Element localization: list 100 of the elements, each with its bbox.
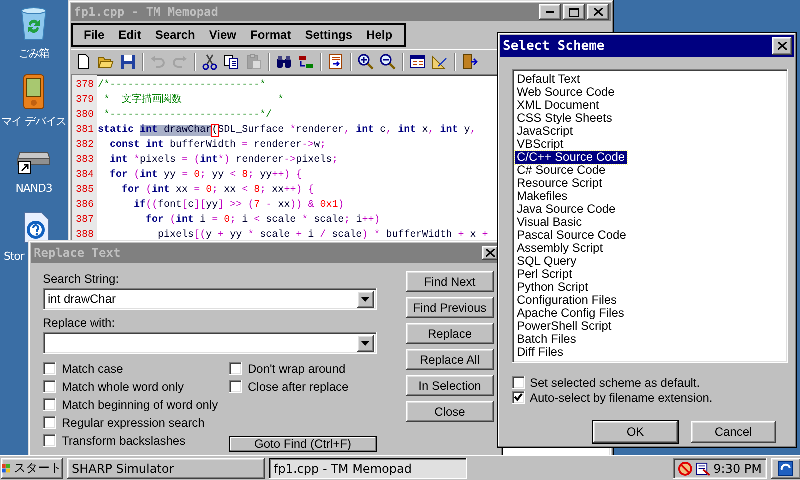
checkbox[interactable] [229, 362, 242, 375]
dialog-title: Select Scheme [503, 38, 605, 54]
goto-find-button[interactable]: Goto Find (Ctrl+F) [229, 436, 377, 452]
list-item[interactable]: C/C++ Source Code [515, 151, 628, 164]
maximize-button[interactable] [563, 4, 585, 20]
dropdown-arrow-icon [361, 340, 370, 346]
list-item[interactable]: Diff Files [515, 346, 566, 359]
checkbox[interactable] [43, 380, 56, 393]
scheme-list[interactable] [512, 69, 788, 363]
clipboard-icon [246, 54, 262, 70]
menu-item[interactable]: Format [244, 28, 298, 42]
clock[interactable]: 9:30 PM [714, 462, 762, 476]
checkbox-label[interactable]: Match whole word only [62, 380, 184, 394]
scissors-icon [202, 54, 218, 70]
taskbar-button[interactable]: fp1.cpp - TM Memopad [269, 458, 467, 479]
field-label: Search String: [43, 271, 120, 287]
list-item[interactable]: PowerShell Script [515, 320, 614, 333]
dialog-button[interactable]: Replace [406, 323, 494, 344]
checkbox-label[interactable]: Transform backslashes [62, 434, 186, 448]
list-item[interactable]: C# Source Code [515, 164, 608, 177]
close-button[interactable] [482, 246, 498, 260]
code-line: pixels[(y + yy * scale + i / scale) * bufferWidth + x + [157, 228, 488, 243]
code-line: /*-------------------------* [98, 78, 266, 93]
dialog-button[interactable]: Replace All [406, 349, 494, 370]
list-item[interactable]: Pascal Source Code [515, 229, 628, 242]
trash-bin-icon [19, 7, 49, 41]
dialog-button[interactable]: Find Next [406, 271, 494, 292]
minimize-button[interactable] [539, 4, 561, 20]
dialog-button[interactable]: Cancel [691, 421, 776, 443]
search-field[interactable]: int drawChar [43, 288, 377, 310]
checkbox-label[interactable]: Auto-select by filename extension. [530, 390, 713, 404]
line-number: 385 [74, 184, 95, 198]
ruler-pencil-icon [432, 54, 448, 70]
dialog-button[interactable]: Close [406, 401, 494, 422]
icon-label[interactable]: ごみ箱 [18, 46, 50, 61]
desktop-button[interactable] [771, 458, 800, 479]
list-item[interactable]: VBScript [515, 138, 566, 151]
list-item[interactable]: Python Script [515, 281, 590, 294]
checkbox-label[interactable]: Match beginning of word only [62, 398, 218, 412]
checkbox-label[interactable]: Set selected scheme as default. [530, 376, 700, 390]
window-title: fp1.cpp - TM Memopad [74, 5, 218, 19]
line-number: 378 [74, 79, 95, 93]
list-item[interactable]: Batch Files [515, 333, 578, 346]
list-item[interactable]: Perl Script [515, 268, 574, 281]
icon-label[interactable]: Stor [4, 250, 24, 263]
checkbox[interactable] [43, 398, 56, 411]
windows-flag-icon [2, 462, 11, 475]
handheld-device-icon [23, 74, 45, 110]
list-item[interactable]: Default Text [515, 73, 582, 86]
checkbox[interactable] [512, 376, 525, 389]
dialog-button[interactable]: OK [593, 421, 678, 443]
close-button[interactable] [587, 4, 609, 20]
new-file-icon [76, 54, 92, 70]
checkbox[interactable] [43, 434, 56, 447]
list-item[interactable]: JavaScript [515, 125, 576, 138]
list-item[interactable]: Java Source Code [515, 203, 618, 216]
icon-label[interactable]: NAND3 [16, 182, 52, 195]
close-icon [486, 249, 494, 257]
dialog-button[interactable]: In Selection [406, 375, 494, 396]
menu-item[interactable]: Edit [112, 28, 148, 42]
list-item[interactable]: Web Source Code [515, 86, 617, 99]
line-number: 382 [74, 139, 95, 153]
checkbox[interactable] [43, 362, 56, 375]
exit-door-icon [462, 54, 478, 70]
line-number: 388 [74, 229, 95, 243]
close-button[interactable] [772, 37, 792, 55]
list-item[interactable]: CSS Style Sheets [515, 112, 614, 125]
dropdown-button[interactable] [357, 290, 374, 308]
dialog-button[interactable]: Find Previous [406, 297, 494, 318]
menu-item[interactable]: Search [148, 28, 202, 42]
close-icon [594, 8, 602, 16]
list-item[interactable]: Apache Config Files [515, 307, 626, 320]
line-number: 387 [74, 214, 95, 228]
list-item[interactable]: Visual Basic [515, 216, 584, 229]
pen-document-icon[interactable] [696, 460, 711, 476]
list-item[interactable]: SQL Query [515, 255, 579, 268]
checkbox[interactable] [512, 391, 525, 404]
checkbox-label[interactable]: Regular expression search [62, 416, 205, 430]
menu-item[interactable]: Settings [298, 28, 360, 42]
replace-icon [298, 54, 314, 70]
checkbox-label[interactable]: Don't wrap around [248, 362, 346, 376]
list-item[interactable]: Makefiles [515, 190, 570, 203]
line-number: 384 [74, 169, 95, 183]
menu-item[interactable]: Help [360, 28, 400, 42]
checkbox-label[interactable]: Match case [62, 362, 124, 376]
checkbox-label[interactable]: Close after replace [248, 380, 349, 394]
field-label: Replace with: [43, 315, 116, 331]
checkbox[interactable] [43, 416, 56, 429]
dropdown-button[interactable] [357, 334, 374, 352]
checkbox[interactable] [229, 380, 242, 393]
menu-item[interactable]: File [77, 28, 112, 42]
menu-item[interactable]: View [202, 28, 244, 42]
taskbar-button[interactable]: SHARP Simulator [67, 458, 265, 479]
icon-label[interactable]: マイ デバイス [1, 114, 67, 129]
list-item[interactable]: XML Document [515, 99, 602, 112]
list-item[interactable]: Configuration Files [515, 294, 620, 307]
replace-field[interactable] [43, 332, 377, 354]
start-button[interactable]: スタート [1, 458, 63, 479]
list-item[interactable]: Resource Script [515, 177, 604, 190]
list-item[interactable]: Assembly Script [515, 242, 606, 255]
